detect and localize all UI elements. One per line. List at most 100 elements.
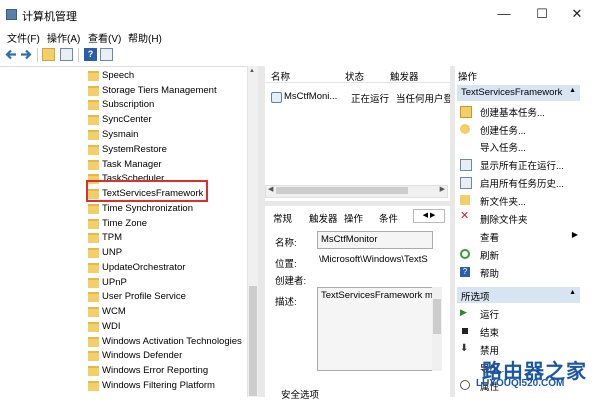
folder-icon [88,366,99,376]
actions-section-folder[interactable]: TextServicesFramework ▲ [457,85,580,101]
action-run[interactable]: ▶ 运行 [460,306,580,322]
help-icon[interactable]: ? [84,48,97,61]
task-row[interactable]: MsCtfMoni... 正在运行 当任何用户登录 [271,90,451,105]
menu-file[interactable]: 文件(F) [7,30,40,45]
name-label: 名称: [275,238,297,249]
minimize-button[interactable]: — [495,6,513,22]
name-field[interactable]: MsCtfMonitor [317,231,433,249]
toolbar-divider [78,48,79,62]
show-action-pane-icon[interactable] [100,48,113,61]
action-new-folder[interactable]: 新文件夹... [460,193,580,208]
folder-icon [88,337,99,347]
create-basic-task-icon [460,106,472,118]
folder-icon [88,71,99,81]
folder-icon [88,307,99,317]
description-scrollbar[interactable] [432,287,442,371]
action-create-task[interactable]: 创建任务... [460,122,580,137]
folder-icon [88,233,99,243]
menu-view[interactable]: 查看(V) [88,30,121,45]
enable-history-icon [460,177,472,189]
security-options-label: 安全选项 [281,390,320,401]
scroll-right-icon[interactable]: ▶ [440,185,445,193]
task-list-hscrollbar[interactable]: ◀ ▶ [265,185,448,198]
menu-help[interactable]: 帮助(H) [128,30,162,45]
properties-icon [460,380,470,390]
action-import-task[interactable]: 导入任务... [460,139,580,154]
pane-splitter[interactable] [258,66,265,397]
actions-section-selected[interactable]: 所选项 ▲ [457,287,580,303]
folder-icon [88,86,99,96]
folder-icon [88,263,99,273]
scroll-left-icon[interactable]: ◀ [268,185,273,193]
column-status[interactable]: 状态 [345,69,364,83]
show-hide-tree-icon[interactable] [60,48,73,61]
location-label: 位置: [275,259,297,270]
action-end[interactable]: 结束 [460,324,580,339]
scrollbar-thumb[interactable] [249,286,257,396]
location-value: \Microsoft\Windows\TextS [319,254,428,265]
action-enable-history[interactable]: 启用所有任务历史... [460,175,580,190]
folder-icon [88,130,99,140]
scroll-up-icon[interactable]: ▲ [249,68,255,74]
submenu-arrow-icon: ▶ [571,230,578,239]
general-properties: 名称: MsCtfMonitor 位置: \Microsoft\Windows\… [265,224,446,401]
collapse-icon[interactable]: ▲ [569,87,576,94]
window-title: 计算机管理 [22,11,77,23]
action-help[interactable]: ? 帮助 [460,265,580,280]
folder-icon [88,219,99,229]
toolbar-divider [37,48,38,62]
action-refresh[interactable]: 刷新 [460,247,580,262]
task-icon [271,92,282,103]
show-running-icon [460,159,472,171]
tab-conditions[interactable]: 条件 [379,211,398,225]
task-list-header: 名称 状态 触发器 [265,66,450,83]
action-create-basic-task[interactable]: 创建基本任务... [460,104,580,119]
create-task-icon [460,124,470,134]
author-label: 创建者: [275,276,307,287]
scrollbar-thumb[interactable] [433,299,441,334]
disable-down-arrow-icon: ⬇ [460,343,469,354]
collapse-icon[interactable]: ▲ [569,289,576,296]
description-label: 描述: [275,297,297,308]
actions-header: 操作 [458,72,478,83]
column-trigger[interactable]: 触发器 [390,69,419,83]
console-tree: Speech Storage Tiers Management Subscrip… [0,66,258,398]
description-field[interactable]: TextServicesFramework m [317,287,433,371]
delete-x-icon: ✕ [460,210,470,222]
tab-scroll-arrows-icon[interactable]: ◀ ▶ [413,209,445,223]
tab-actions[interactable]: 操作 [344,211,363,225]
action-delete-folder[interactable]: ✕ 删除文件夹 [460,210,580,227]
toolbar: ? [0,45,593,65]
up-folder-icon[interactable] [42,48,55,61]
folder-icon [88,248,99,258]
folder-icon [88,145,99,155]
maximize-button[interactable]: ☐ [533,6,551,22]
detail-tabs: 常规 触发器 操作 条件 ◀ ▶ [265,206,446,225]
computer-management-icon [6,9,17,20]
run-play-icon: ▶ [460,307,467,317]
folder-icon [88,100,99,110]
menu-bar: 文件(F) 操作(A) 查看(V) 帮助(H) [0,30,593,45]
back-arrow-icon[interactable] [4,48,17,61]
actions-pane: 操作 TextServicesFramework ▲ 创建基本任务... 创建任… [455,66,593,397]
folder-icon [88,381,99,391]
column-name[interactable]: 名称 [271,69,290,83]
scrollbar-thumb[interactable] [276,187,408,194]
close-button[interactable]: ✕ [568,6,586,22]
folder-icon [88,322,99,332]
action-view[interactable]: 查看 ▶ [460,229,580,244]
watermark-url: LUYOUQI520.COM [476,378,565,389]
forward-arrow-icon[interactable] [20,48,33,61]
new-folder-icon [460,195,470,205]
tab-triggers[interactable]: 触发器 [309,211,338,225]
title-bar: 计算机管理 — ☐ ✕ [0,0,593,30]
stop-icon [462,328,468,334]
folder-icon [88,292,99,302]
help-icon: ? [460,267,470,277]
tab-general[interactable]: 常规 [273,211,292,225]
folder-icon [88,351,99,361]
action-show-running[interactable]: 显示所有正在运行... [460,157,580,172]
folder-icon [88,278,99,288]
refresh-icon [460,249,470,259]
menu-action[interactable]: 操作(A) [47,30,80,45]
